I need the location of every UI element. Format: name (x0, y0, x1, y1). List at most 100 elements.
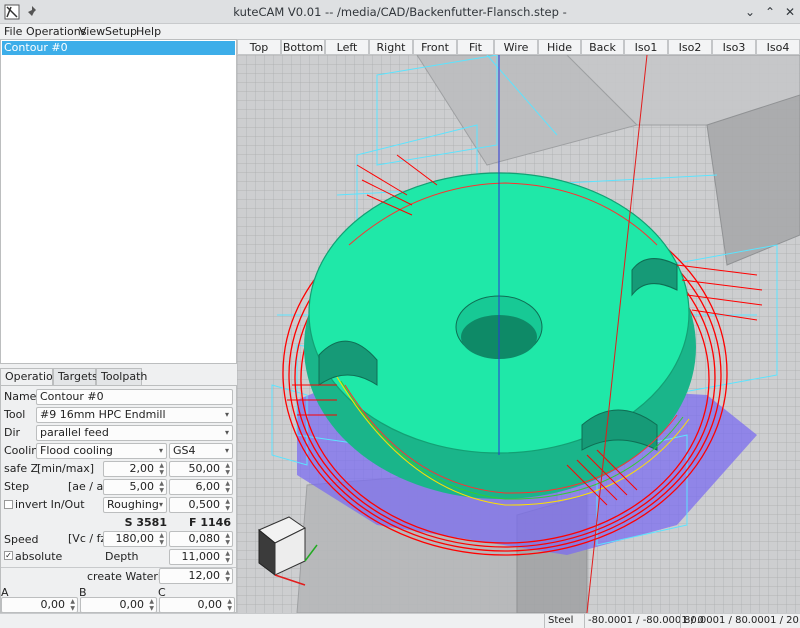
status-bar: Steel -80.0001 / -80.0001 / 0 80.0001 / … (0, 613, 800, 628)
tab-targets[interactable]: Targets (53, 368, 98, 385)
spin-arrows-icon[interactable]: ▲ ▼ (68, 598, 75, 612)
window-title: kuteCAM V0.01 -- /media/CAD/Backenfutter… (233, 5, 567, 19)
view-iso3-button[interactable]: Iso3 (712, 39, 756, 55)
view-iso2-button[interactable]: Iso2 (668, 39, 712, 55)
spindle-readout: S 3581 (124, 516, 167, 529)
spin-arrows-icon[interactable]: ▲ ▼ (223, 462, 230, 476)
depth-input[interactable]: 11,000 ▲ ▼ (169, 549, 233, 565)
a-axis-value: 0,00 (40, 598, 66, 611)
spin-arrows-icon[interactable]: ▲ ▼ (157, 480, 164, 494)
speed-vc-input[interactable]: 180,00 ▲ ▼ (103, 531, 167, 547)
cooling-select-value: Flood cooling (40, 444, 113, 457)
safez-label: safe Z (4, 462, 39, 475)
spin-arrows-icon[interactable]: ▲ ▼ (157, 532, 164, 546)
title-bar: kuteCAM V0.01 -- /media/CAD/Backenfutter… (0, 0, 800, 24)
safez-unit: [min/max] (37, 462, 94, 475)
speed-label: Speed (4, 533, 39, 546)
tab-operation[interactable]: Operation (0, 368, 60, 385)
menu-bar: File Operations View Setup Help (0, 24, 800, 39)
spin-arrows-icon[interactable]: ▲ ▼ (223, 569, 230, 583)
tool-select-value: #9 16mm HPC Endmill (40, 408, 166, 421)
invert-checkbox[interactable] (4, 500, 13, 509)
safez-min-input[interactable]: 2,00 ▲ ▼ (103, 461, 167, 477)
view-back-button[interactable]: Back (581, 39, 624, 55)
spin-arrows-icon[interactable]: ▲ ▼ (147, 598, 154, 612)
spin-arrows-icon[interactable]: ▲ ▼ (223, 480, 230, 494)
feed-readout: F 1146 (189, 516, 231, 529)
a-axis-input[interactable]: 0,00 ▲ ▼ (1, 597, 78, 613)
step-label: Step (4, 480, 30, 493)
tool-select[interactable]: #9 16mm HPC Endmill ▾ (36, 407, 233, 423)
name-input[interactable]: Contour #0 (36, 389, 233, 405)
name-label: Name (4, 390, 37, 403)
menu-help[interactable]: Help (136, 25, 161, 38)
step-ae-input[interactable]: 5,00 ▲ ▼ (103, 479, 167, 495)
b-axis-input[interactable]: 0,00 ▲ ▼ (80, 597, 157, 613)
safez-min-value: 2,00 (129, 462, 155, 475)
view-left-button[interactable]: Left (325, 39, 369, 55)
speed-fz-value: 0,080 (188, 532, 221, 545)
bbox-max-readout: 80.0001 / 80.0001 / 20.0001 (680, 614, 800, 628)
view-bottom-button[interactable]: Bottom (281, 39, 325, 55)
cooling-code-value: GS4 (173, 444, 196, 457)
cooling-code-select[interactable]: GS4 ▾ (169, 443, 233, 459)
menu-setup[interactable]: Setup (105, 25, 137, 38)
view-iso4-button[interactable]: Iso4 (756, 39, 800, 55)
step-ap-input[interactable]: 6,00 ▲ ▼ (169, 479, 233, 495)
tool-label: Tool (4, 408, 26, 421)
menu-file[interactable]: File (4, 25, 22, 38)
view-top-button[interactable]: Top (237, 39, 281, 55)
speed-vc-value: 180,00 (115, 532, 155, 545)
waterline-input[interactable]: 12,00 ▲ ▼ (159, 568, 233, 584)
b-axis-value: 0,00 (119, 598, 145, 611)
dir-select[interactable]: parallel feed ▾ (36, 425, 233, 441)
cad-scene (237, 55, 800, 613)
menu-view[interactable]: View (79, 25, 105, 38)
mode-select[interactable]: Roughing ▾ (103, 497, 167, 513)
safez-max-value: 50,00 (188, 462, 221, 475)
depth-value: 11,000 (181, 550, 221, 563)
step-ap-value: 6,00 (195, 480, 221, 493)
chevron-down-icon: ▾ (158, 446, 163, 455)
speed-fz-input[interactable]: 0,080 ▲ ▼ (169, 531, 233, 547)
view-toolbar: Top Bottom Left Right Front Fit Wire Hid… (237, 39, 800, 55)
dir-select-value: parallel feed (40, 426, 109, 439)
chevron-down-icon: ▾ (224, 410, 229, 419)
view-front-button[interactable]: Front (413, 39, 457, 55)
bbox-min-readout: -80.0001 / -80.0001 / 0 (584, 614, 704, 628)
mode-amount-input[interactable]: 0,500 ▲ ▼ (169, 497, 233, 513)
cooling-select[interactable]: Flood cooling ▾ (36, 443, 167, 459)
spin-arrows-icon[interactable]: ▲ ▼ (157, 462, 164, 476)
3d-viewport[interactable] (237, 55, 800, 613)
waterline-value: 12,00 (188, 569, 221, 582)
spin-arrows-icon[interactable]: ▲ ▼ (223, 532, 230, 546)
invert-label: invert In/Out (15, 498, 85, 511)
view-wire-button[interactable]: Wire (494, 39, 538, 55)
material-label: Steel (544, 614, 584, 628)
safez-max-input[interactable]: 50,00 ▲ ▼ (169, 461, 233, 477)
absolute-label: absolute (15, 550, 63, 563)
view-right-button[interactable]: Right (369, 39, 413, 55)
step-ae-value: 5,00 (129, 480, 155, 493)
spin-arrows-icon[interactable]: ▲ ▼ (223, 498, 230, 512)
operation-tree[interactable]: Contour #0 (0, 39, 237, 364)
menu-operations[interactable]: Operations (26, 25, 86, 38)
view-fit-button[interactable]: Fit (457, 39, 494, 55)
depth-label: Depth (105, 550, 139, 563)
tab-toolpath[interactable]: Toolpath (96, 368, 147, 385)
maximize-icon[interactable]: ⌃ (762, 4, 778, 20)
chevron-down-icon: ▾ (158, 500, 163, 509)
spin-arrows-icon[interactable]: ▲ ▼ (223, 550, 230, 564)
absolute-checkbox[interactable]: ✓ (4, 551, 13, 560)
view-iso1-button[interactable]: Iso1 (624, 39, 668, 55)
spin-arrows-icon[interactable]: ▲ ▼ (225, 598, 232, 612)
c-axis-input[interactable]: 0,00 ▲ ▼ (159, 597, 235, 613)
view-hide-button[interactable]: Hide (538, 39, 581, 55)
c-axis-value: 0,00 (197, 598, 223, 611)
minimize-icon[interactable]: ⌄ (742, 4, 758, 20)
dir-label: Dir (4, 426, 21, 439)
close-icon[interactable]: ✕ (782, 4, 798, 20)
mode-select-value: Roughing (107, 498, 159, 511)
operation-form: Name Contour #0 Tool #9 16mm HPC Endmill… (0, 385, 237, 613)
tree-item-contour[interactable]: Contour #0 (2, 41, 235, 55)
